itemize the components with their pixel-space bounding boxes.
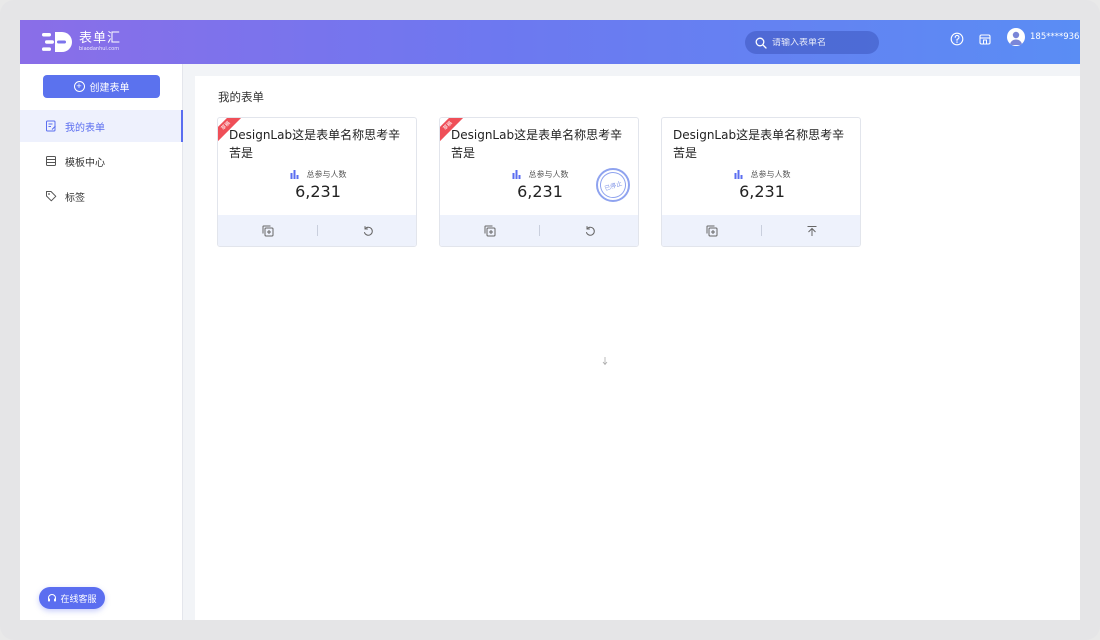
logo[interactable]: 表单汇 biaodanhui.com [42,29,121,55]
tag-icon [46,191,57,202]
copy-icon [484,225,495,236]
form-card-title: DesignLab这是表单名称思考辛苦是 [451,128,623,160]
copy-button[interactable] [662,215,761,246]
pin-top-button[interactable] [762,215,860,246]
search-icon [755,37,767,49]
stopped-stamp: 已停止 [596,168,630,202]
search-box[interactable] [745,31,879,54]
form-card[interactable]: DesignLab这是表单名称思考辛苦是 总参与人数 6,231 [661,117,861,247]
sidebar-item-label: 我的表单 [65,122,105,134]
sidebar-item-label: 标签 [65,192,85,204]
pin-top-icon [807,225,816,236]
top-bar: 表单汇 biaodanhui.com 请输入表单名 185****9368 [20,20,1080,64]
bar-chart-icon [290,170,298,179]
sidebar-item-my-forms[interactable]: 我的表单 [20,110,183,142]
logo-text: 表单汇 biaodanhui.com [79,32,121,52]
bar-chart-icon [734,170,742,179]
user-avatar-icon [1007,28,1025,46]
stat-value: 6,231 [295,182,341,201]
card-actions [662,215,860,246]
participants-stat: 总参与人数 [662,169,860,180]
form-card[interactable]: 草稿 DesignLab这是表单名称思考辛苦是 总参与人数 6,231 已停止 [439,117,639,247]
sidebar: + 创建表单 我的表单 模板中心 标签 在线客服 [20,64,183,620]
bar-chart-icon [512,170,520,179]
card-actions [218,215,416,246]
plus-circle-icon: + [73,81,85,92]
stamp-text: 已停止 [596,168,630,202]
copy-button[interactable] [218,215,317,246]
online-service-label: 在线客服 [60,594,97,605]
online-service-button[interactable]: 在线客服 [39,587,105,609]
user-menu[interactable]: 185****9368 [1007,28,1080,46]
card-actions [440,215,638,246]
headset-icon [48,594,57,602]
main-content: 我的表单 草稿 DesignLab这是表单名称思考辛苦是 总参与人数 6,231 [195,76,1080,620]
undo-icon [363,225,373,236]
app-window: 表单汇 biaodanhui.com 请输入表单名 185****9368 + … [20,20,1080,620]
form-card-title: DesignLab这是表单名称思考辛苦是 [673,128,845,160]
sidebar-item-label: 模板中心 [65,157,105,169]
arrow-down-icon [602,357,608,366]
logo-icon [42,32,72,52]
template-icon [46,156,56,166]
user-phone: 185****9368 [1030,32,1080,42]
restore-button[interactable] [540,215,638,246]
sidebar-item-templates[interactable]: 模板中心 [20,145,183,177]
logo-domain: biaodanhui.com [79,46,120,52]
undo-icon [585,225,595,236]
participants-stat: 总参与人数 [218,169,416,180]
create-form-button[interactable]: + 创建表单 [43,75,160,98]
search-input[interactable] [772,37,867,48]
stat-label: 总参与人数 [528,170,569,179]
logo-name: 表单汇 [79,31,122,46]
create-form-label: 创建表单 [89,83,130,94]
form-card[interactable]: 草稿 DesignLab这是表单名称思考辛苦是 总参与人数 6,231 [217,117,417,247]
stat-value: 6,231 [739,182,785,201]
copy-icon [262,225,273,236]
restore-button[interactable] [318,215,416,246]
form-doc-icon [46,120,56,132]
store-icon[interactable] [978,32,992,46]
copy-button[interactable] [440,215,539,246]
help-icon[interactable] [950,32,964,46]
stat-label: 总参与人数 [750,170,791,179]
form-card-title: DesignLab这是表单名称思考辛苦是 [229,128,401,160]
page-title: 我的表单 [218,90,264,104]
stat-label: 总参与人数 [306,170,347,179]
copy-icon [706,225,717,236]
sidebar-item-tags[interactable]: 标签 [20,180,183,212]
